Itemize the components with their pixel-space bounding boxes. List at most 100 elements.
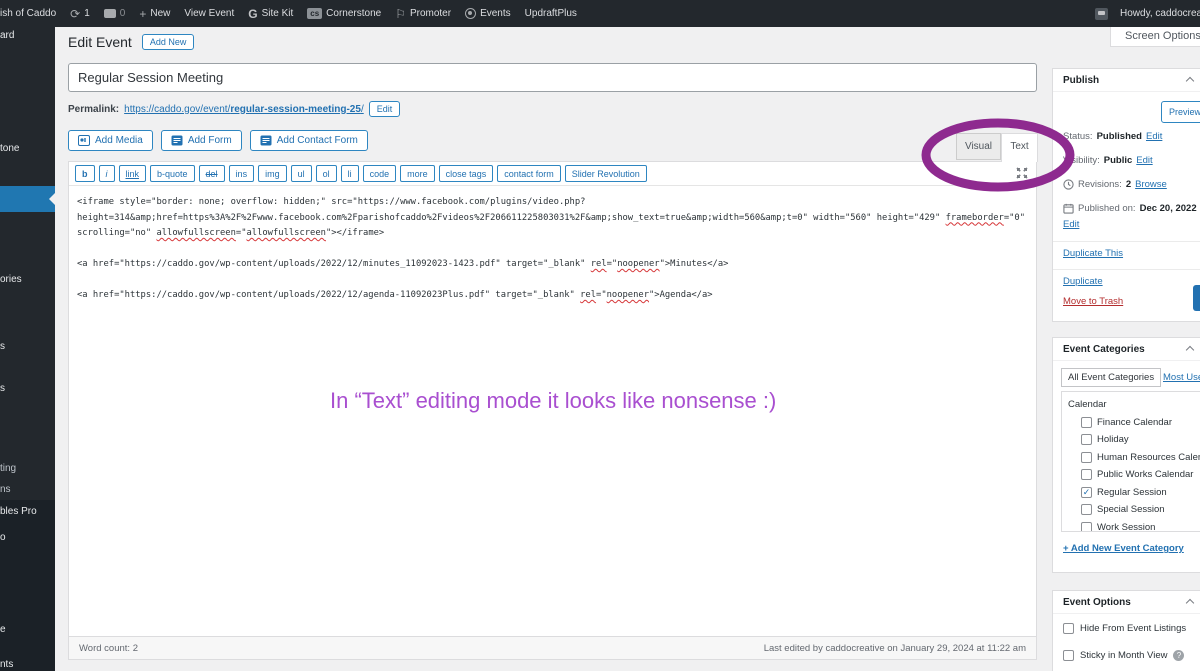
duplicate-this-link[interactable]: Duplicate This — [1063, 248, 1123, 259]
tab-most-used[interactable]: Most Used — [1163, 372, 1200, 383]
category-item-holiday: Holiday — [1068, 431, 1200, 449]
visibility-value: Public — [1104, 155, 1133, 166]
notification-chat-icon[interactable] — [1095, 8, 1108, 20]
admin-bar-promoter[interactable]: ⚐Promoter — [395, 8, 451, 20]
wordpress-edit-event-screen: { "admin_bar": { "site_name": "ish of Ca… — [0, 0, 1200, 671]
admin-bar-view-event[interactable]: View Event — [184, 8, 234, 19]
duplicate-link[interactable]: Duplicate — [1063, 276, 1103, 287]
site-kit-label: Site Kit — [262, 8, 294, 19]
quicktag-li[interactable]: li — [341, 165, 359, 182]
admin-bar-comments[interactable]: 0 — [104, 8, 126, 19]
visibility-label: Visibility: — [1063, 155, 1100, 166]
category-checkbox[interactable]: ✓ — [1081, 487, 1092, 498]
sidebar-item-dashboard[interactable]: ard — [0, 30, 14, 41]
category-checkbox[interactable] — [1081, 452, 1092, 463]
quicktag-contact-form[interactable]: contact form — [497, 165, 561, 182]
category-checkbox[interactable] — [1081, 434, 1092, 445]
plus-icon: + — [139, 8, 146, 20]
code-line — [77, 242, 1028, 258]
sidebar-item-5[interactable]: o — [0, 532, 6, 543]
quicktag-code[interactable]: code — [363, 165, 397, 182]
quicktag-close-tags[interactable]: close tags — [439, 165, 494, 182]
admin-bar-site-kit[interactable]: GSite Kit — [248, 7, 293, 21]
category-checkbox[interactable] — [1081, 522, 1092, 532]
permalink-link[interactable]: https://caddo.gov/event/regular-session-… — [124, 104, 364, 115]
editor-textarea[interactable]: <iframe style="border: none; overflow: h… — [69, 187, 1036, 638]
admin-bar-updates[interactable]: ⟳1 — [70, 8, 90, 20]
sidebar-item-7[interactable]: nts — [0, 659, 13, 670]
add-new-event-category-link[interactable]: + Add New Event Category — [1063, 543, 1184, 554]
published-on-value: Dec 20, 2022 — [1140, 203, 1197, 214]
tab-visual[interactable]: Visual — [956, 133, 1001, 160]
quicktag-ins[interactable]: ins — [229, 165, 255, 182]
category-checkbox[interactable] — [1081, 417, 1092, 428]
add-media-button[interactable]: Add Media — [68, 130, 153, 151]
update-button[interactable] — [1193, 285, 1200, 311]
permalink-edit-button[interactable]: Edit — [369, 101, 401, 117]
collapse-caret-icon[interactable] — [1186, 77, 1194, 85]
option-label: Hide From Event Listings — [1080, 623, 1186, 634]
tab-text[interactable]: Text — [1001, 133, 1038, 162]
quicktag-b-quote[interactable]: b-quote — [150, 165, 195, 182]
add-new-button[interactable]: Add New — [142, 34, 195, 50]
sidebar-item-4[interactable]: ns — [0, 484, 11, 495]
sidebar-item-3[interactable]: ting — [0, 463, 16, 474]
option-checkbox[interactable] — [1063, 650, 1074, 661]
category-checkbox[interactable] — [1081, 469, 1092, 480]
sidebar-item-tables-pro[interactable]: bles Pro — [0, 506, 37, 517]
admin-bar-howdy[interactable]: Howdy, caddocreative — [1120, 8, 1200, 19]
permalink-base: https://caddo.gov/event/ — [124, 104, 230, 115]
preview-changes-button[interactable]: Preview Changes — [1161, 101, 1200, 123]
word-count-value: 2 — [133, 643, 138, 654]
quicktag-Slider-Revolution[interactable]: Slider Revolution — [565, 165, 647, 182]
tab-all-event-categories[interactable]: All Event Categories — [1061, 368, 1161, 387]
misspelled-word: rel — [580, 290, 596, 300]
quicktag-img[interactable]: img — [258, 165, 287, 182]
quicktag-del[interactable]: del — [199, 165, 225, 182]
category-item-calendar: Calendar — [1068, 396, 1200, 414]
comments-icon — [104, 9, 116, 18]
editor-status-bar: Word count: 2 Last edited by caddocreati… — [69, 636, 1036, 659]
admin-bar-updraftplus[interactable]: UpdraftPlus — [525, 8, 577, 19]
misspelled-word: allowfullscreen — [156, 228, 235, 238]
add-contact-form-label: Add Contact Form — [277, 135, 358, 146]
sidebar-item-categories[interactable]: ories — [0, 274, 22, 285]
misspelled-word: rel — [591, 259, 607, 269]
status-edit-link[interactable]: Edit — [1146, 131, 1162, 142]
add-form-button[interactable]: Add Form — [161, 130, 242, 151]
sidebar-item-active[interactable] — [0, 186, 55, 212]
admin-bar-site-name[interactable]: ish of Caddo — [0, 8, 56, 19]
page-title: Edit Event — [68, 34, 132, 50]
revisions-browse-link[interactable]: Browse — [1135, 179, 1167, 190]
post-title-input[interactable] — [68, 63, 1037, 92]
sidebar-item-2[interactable]: s — [0, 383, 5, 394]
admin-bar-new[interactable]: + New — [139, 8, 170, 20]
sidebar-item-6[interactable]: e — [0, 624, 6, 635]
quicktag-ol[interactable]: ol — [316, 165, 337, 182]
collapse-caret-icon[interactable] — [1186, 599, 1194, 607]
category-checkbox[interactable] — [1081, 504, 1092, 515]
events-label: Events — [480, 8, 511, 19]
quicktag-link[interactable]: link — [119, 165, 147, 182]
status-label: Status: — [1063, 131, 1093, 142]
help-icon[interactable]: ? — [1173, 650, 1184, 661]
quicktag-more[interactable]: more — [400, 165, 435, 182]
screen-options-tab[interactable]: Screen Options — [1110, 27, 1200, 47]
sidebar-item-1[interactable]: s — [0, 341, 5, 352]
sidebar-item-cornerstone[interactable]: tone — [0, 143, 19, 154]
events-icon — [465, 8, 476, 19]
admin-bar-cornerstone[interactable]: csCornerstone — [307, 8, 381, 19]
option-checkbox[interactable] — [1063, 623, 1074, 634]
new-label: New — [150, 8, 170, 19]
add-contact-form-button[interactable]: Add Contact Form — [250, 130, 368, 151]
distraction-free-expand-icon[interactable] — [1015, 166, 1029, 180]
quicktag-ul[interactable]: ul — [291, 165, 312, 182]
quicktag-b[interactable]: b — [75, 165, 95, 182]
move-to-trash-link[interactable]: Move to Trash — [1063, 296, 1123, 307]
collapse-caret-icon[interactable] — [1186, 346, 1194, 354]
quicktag-i[interactable]: i — [99, 165, 115, 182]
flag-icon: ⚐ — [395, 8, 406, 20]
visibility-edit-link[interactable]: Edit — [1136, 155, 1152, 166]
published-edit-link[interactable]: Edit — [1063, 219, 1079, 230]
admin-bar-events[interactable]: Events — [465, 8, 511, 19]
